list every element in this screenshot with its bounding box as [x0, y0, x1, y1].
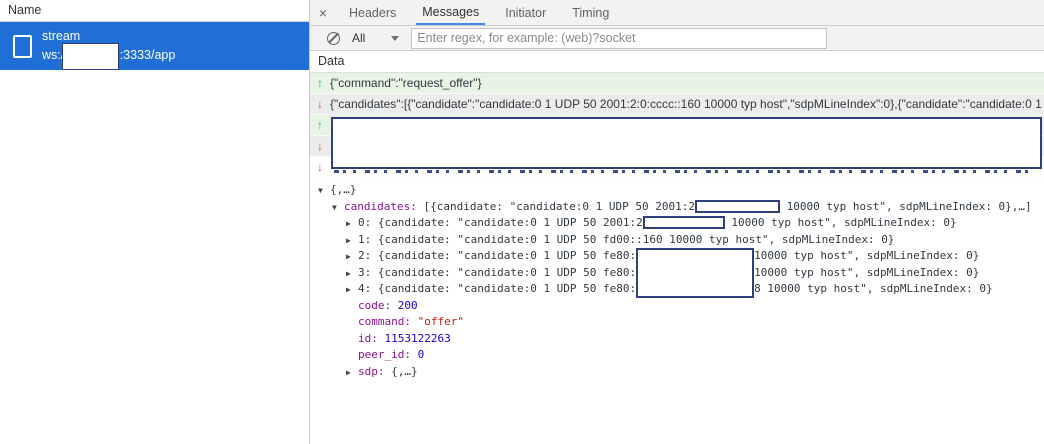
data-column-header[interactable]: Data	[310, 51, 1044, 73]
message-filter-bar: All	[310, 26, 1044, 51]
chevron-collapsed-icon[interactable]: ▶	[346, 266, 358, 283]
chevron-collapsed-icon[interactable]: ▶	[346, 365, 358, 381]
chevron-expanded-icon[interactable]: ▼	[318, 183, 330, 200]
redaction-box	[695, 200, 780, 213]
name-column-header[interactable]: Name	[0, 0, 309, 22]
close-icon[interactable]: ×	[310, 5, 336, 21]
arrow-down-icon: ↓	[310, 97, 330, 111]
direction-filter-dropdown[interactable]: All	[352, 31, 365, 45]
redaction-box	[636, 248, 754, 265]
chevron-collapsed-icon[interactable]: ▶	[346, 216, 358, 233]
arrow-down-icon: ↓	[310, 160, 330, 174]
tree-root[interactable]: ▼{,…}	[318, 182, 1044, 199]
regex-filter-input[interactable]	[411, 28, 827, 49]
detail-tabs-bar: × Headers Messages Initiator Timing	[310, 0, 1044, 26]
devtools-network-websocket-panel: Name stream ws://:3333/app × Headers Mes…	[0, 0, 1044, 444]
arrow-up-icon: ↑	[310, 76, 330, 90]
chevron-expanded-icon[interactable]: ▼	[332, 200, 344, 217]
tree-node-candidate-2[interactable]: ▶2: {candidate: "candidate:0 1 UDP 50 fe…	[318, 248, 1044, 265]
redaction-box	[331, 117, 1042, 169]
tree-node-candidates[interactable]: ▼candidates: [{candidate: "candidate:0 1…	[318, 199, 1044, 216]
tab-messages[interactable]: Messages	[416, 0, 485, 25]
tree-prop-id[interactable]: id: 1153122263	[318, 331, 1044, 348]
tree-node-candidate-3[interactable]: ▶3: {candidate: "candidate:0 1 UDP 50 fe…	[318, 265, 1044, 282]
request-row-stream[interactable]: stream ws://:3333/app	[0, 22, 309, 70]
tree-prop-code[interactable]: code: 200	[318, 298, 1044, 315]
chevron-collapsed-icon[interactable]: ▶	[346, 282, 358, 299]
chevron-collapsed-icon[interactable]: ▶	[346, 233, 358, 250]
frame-row[interactable]: ↓{"candidates":[{"candidate":"candidate:…	[310, 94, 1044, 115]
tab-initiator[interactable]: Initiator	[499, 1, 552, 24]
tree-node-candidate-0[interactable]: ▶0: {candidate: "candidate:0 1 UDP 50 20…	[318, 215, 1044, 232]
tree-node-sdp[interactable]: ▶sdp: {,…}	[318, 364, 1044, 381]
request-detail-panel: × Headers Messages Initiator Timing All …	[310, 0, 1044, 444]
tree-prop-peer-id[interactable]: peer_id: 0	[318, 347, 1044, 364]
frame-row[interactable]: ↑{"command":"request_offer"}	[310, 73, 1044, 94]
clipped-text-fragments	[334, 170, 1034, 173]
chevron-down-icon[interactable]	[391, 36, 399, 41]
tree-prop-command[interactable]: command: "offer"	[318, 314, 1044, 331]
websocket-icon	[13, 35, 32, 58]
tree-node-candidate-1[interactable]: ▶1: {candidate: "candidate:0 1 UDP 50 fd…	[318, 232, 1044, 249]
arrow-down-icon: ↓	[310, 139, 330, 153]
redaction-box	[62, 43, 119, 70]
redaction-box	[636, 265, 754, 282]
json-tree-view: ▼{,…} ▼candidates: [{candidate: "candida…	[310, 178, 1044, 380]
tree-node-candidate-4[interactable]: ▶4: {candidate: "candidate:0 1 UDP 50 fe…	[318, 281, 1044, 298]
arrow-up-icon: ↑	[310, 118, 330, 132]
redaction-box	[636, 281, 754, 298]
request-list-panel: Name stream ws://:3333/app	[0, 0, 310, 444]
tab-timing[interactable]: Timing	[566, 1, 615, 24]
redaction-box	[643, 216, 725, 229]
tab-headers[interactable]: Headers	[343, 1, 402, 24]
block-icon[interactable]	[327, 32, 340, 45]
chevron-collapsed-icon[interactable]: ▶	[346, 249, 358, 266]
